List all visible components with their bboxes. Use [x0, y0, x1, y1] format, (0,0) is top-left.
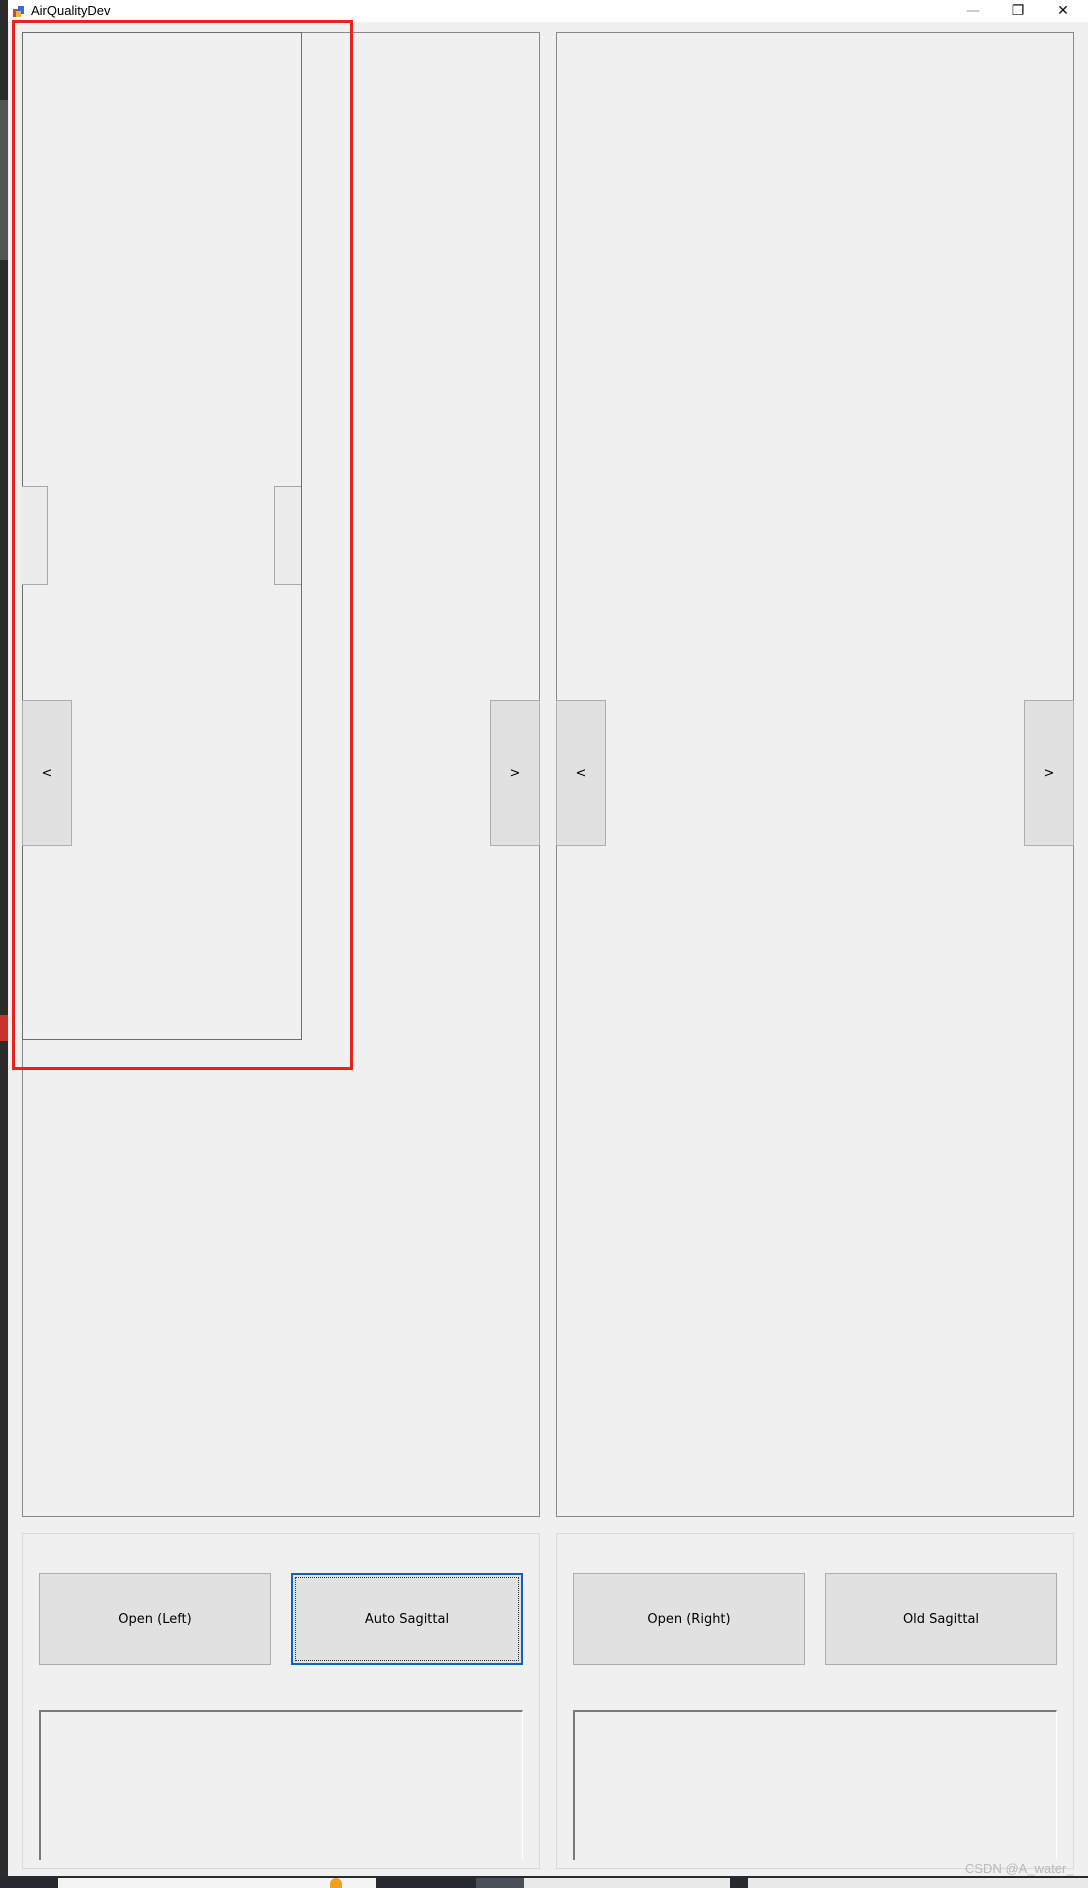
right-prev-button[interactable]: < [556, 700, 606, 846]
left-output-textbox[interactable] [39, 1710, 523, 1860]
open-left-button[interactable]: Open (Left) [39, 1573, 271, 1665]
close-icon[interactable]: ✕ [1040, 0, 1086, 22]
left-next-button[interactable]: > [490, 700, 540, 846]
right-output-textbox[interactable] [573, 1710, 1057, 1860]
restore-icon[interactable]: ❐ [995, 0, 1041, 22]
open-right-button[interactable]: Open (Right) [573, 1573, 805, 1665]
taskbar-app-icon[interactable] [330, 1878, 342, 1888]
annotation-highlight-box [12, 20, 353, 1070]
desktop-edge-marker [0, 1015, 8, 1041]
taskbar-item[interactable] [524, 1878, 730, 1888]
taskbar-search-box[interactable] [58, 1878, 376, 1888]
desktop-edge [0, 0, 8, 1888]
taskbar-item[interactable] [476, 1878, 524, 1888]
minimize-icon[interactable]: — [950, 0, 996, 22]
desktop-edge-segment [0, 100, 8, 260]
old-sagittal-button[interactable]: Old Sagittal [825, 1573, 1057, 1665]
taskbar [0, 1876, 1088, 1888]
right-image-panel [556, 32, 1074, 1517]
app-icon [13, 6, 24, 17]
title-bar[interactable] [8, 0, 1088, 22]
auto-sagittal-button[interactable]: Auto Sagittal [291, 1573, 523, 1665]
window-title: AirQualityDev [31, 3, 111, 18]
taskbar-tray[interactable] [748, 1878, 1088, 1888]
right-next-button[interactable]: > [1024, 700, 1074, 846]
